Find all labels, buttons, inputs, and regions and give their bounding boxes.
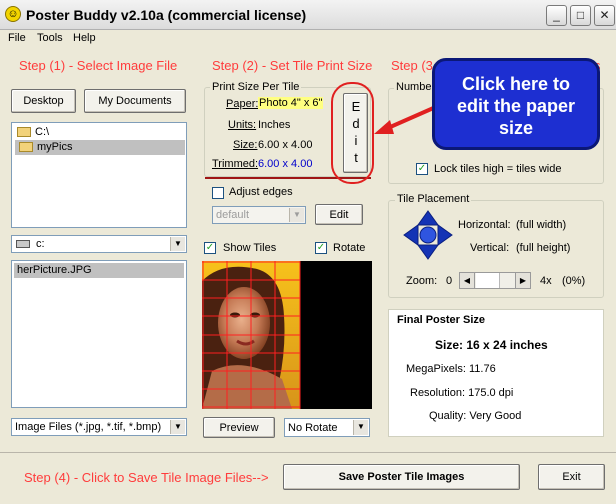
callout-line: Click here to [461, 74, 571, 94]
help-callout: Click here to edit the paper size [432, 58, 600, 150]
scroll-left-icon[interactable]: ◀ [460, 273, 475, 288]
smiley-icon: ☺ [5, 6, 21, 22]
menu-tools[interactable]: Tools [37, 32, 63, 44]
direction-pad-icon[interactable] [402, 209, 454, 261]
preview-button[interactable]: Preview [203, 417, 275, 438]
step1-label: Step (1) - Select Image File [19, 58, 178, 73]
zoom-scrollbar[interactable]: ◀ ▶ [459, 272, 531, 289]
chevron-down-icon[interactable]: ▼ [353, 420, 368, 435]
step4-label: Step (4) - Click to Save Tile Image File… [24, 470, 269, 485]
resolution: Resolution: 175.0 dpi [410, 387, 514, 399]
paper-value[interactable]: Photo 4" x 6" [258, 97, 324, 109]
vertical-label: Vertical: [470, 242, 510, 254]
rotate-label: Rotate [333, 242, 366, 254]
rotate-checkbox[interactable]: ✓ [315, 242, 327, 254]
size-value: 6.00 x 4.00 [258, 139, 313, 151]
horizontal-value: (full width) [516, 219, 567, 231]
file-filter-select[interactable]: Image Files (*.jpg, *.tif, *.bmp) ▼ [11, 418, 187, 436]
trimmed-label[interactable]: Trimmed: [212, 158, 258, 170]
file-item-selected[interactable]: herPicture.JPG [14, 263, 184, 278]
zoom-min: 0 [446, 275, 453, 287]
bottom-divider [0, 452, 616, 453]
photo-eye [230, 312, 240, 318]
final-poster-title: Final Poster Size [397, 314, 486, 326]
units-label[interactable]: Units: [228, 119, 256, 131]
paper-label[interactable]: Paper: [226, 98, 258, 110]
rotate-select[interactable]: No Rotate ▼ [284, 418, 370, 437]
center-dot-icon[interactable] [419, 226, 437, 244]
zoom-max: 4x [540, 275, 552, 287]
final-size: Size: 16 x 24 inches [435, 338, 548, 352]
adjust-edges-checkbox[interactable] [212, 187, 224, 199]
tile-placement-title: Tile Placement [395, 193, 472, 205]
image-preview[interactable] [202, 261, 372, 409]
show-tiles-label: Show Tiles [223, 242, 277, 254]
edit-highlight-circle [331, 82, 374, 184]
save-poster-tiles-button[interactable]: Save Poster Tile Images [283, 464, 520, 490]
show-tiles-checkbox[interactable]: ✓ [204, 242, 216, 254]
title-bar[interactable]: ☺ Poster Buddy v2.10a (commercial licens… [0, 0, 616, 30]
folder-item-selected[interactable]: myPics [15, 140, 185, 155]
menu-help[interactable]: Help [73, 32, 96, 44]
preview-canvas [202, 261, 301, 409]
size-label[interactable]: Size: [233, 139, 257, 151]
print-size-group-title: Print Size Per Tile [210, 81, 302, 93]
lock-tiles-checkbox[interactable]: ✓ [416, 163, 428, 175]
app-window: ☺ Poster Buddy v2.10a (commercial licens… [0, 0, 616, 504]
folder-tree[interactable]: C:\ myPics [11, 122, 187, 228]
chevron-down-icon[interactable]: ▼ [170, 420, 185, 434]
minimize-icon[interactable]: _ [546, 5, 567, 26]
edge-edit-button[interactable]: Edit [315, 204, 363, 225]
callout-line: size [498, 118, 534, 138]
annotation-arrow-icon [374, 104, 439, 134]
arrow-down-icon[interactable] [417, 244, 439, 260]
step2-label: Step (2) - Set Tile Print Size [212, 58, 373, 73]
my-documents-button[interactable]: My Documents [84, 89, 186, 113]
arrow-left-icon[interactable] [403, 224, 419, 246]
exit-button[interactable]: Exit [538, 464, 605, 490]
quality: Quality: Very Good [429, 410, 522, 422]
chevron-down-icon[interactable]: ▼ [289, 208, 304, 222]
zoom-percent: (0%) [562, 275, 586, 287]
horizontal-label: Horizontal: [458, 219, 511, 231]
window-title: Poster Buddy v2.10a (commercial license) [26, 7, 307, 23]
step3-label: Step (3 [391, 58, 433, 73]
chevron-down-icon[interactable]: ▼ [170, 237, 185, 251]
drive-select[interactable]: c: ▼ [11, 235, 187, 253]
scroll-right-icon[interactable]: ▶ [515, 273, 530, 288]
menu-bar: File Tools Help [0, 30, 616, 48]
desktop-button[interactable]: Desktop [11, 89, 76, 113]
menu-file[interactable]: File [8, 32, 26, 44]
folder-item[interactable]: C:\ [15, 125, 185, 140]
arrow-up-icon[interactable] [417, 210, 439, 226]
folder-open-icon [17, 127, 31, 137]
folder-open-icon [19, 142, 33, 152]
zoom-thumb[interactable] [476, 273, 500, 288]
edge-preset-select[interactable]: default ▼ [212, 206, 306, 224]
zoom-label: Zoom: [406, 275, 438, 287]
lock-tiles-label: Lock tiles high = tiles wide [434, 163, 562, 175]
units-value: Inches [258, 119, 291, 131]
file-list[interactable]: herPicture.JPG [11, 260, 187, 408]
arrow-right-icon[interactable] [437, 224, 453, 246]
maximize-icon[interactable]: □ [570, 5, 591, 26]
drive-icon [16, 240, 30, 248]
trimmed-value: 6.00 x 4.00 [258, 158, 313, 170]
vertical-value: (full height) [516, 242, 571, 254]
callout-line: edit the paper [456, 96, 576, 116]
adjust-edges-label: Adjust edges [229, 186, 293, 198]
megapixels: MegaPixels: 11.76 [406, 363, 496, 375]
close-icon[interactable]: ✕ [594, 5, 615, 26]
number-group-title: Number [394, 81, 438, 93]
